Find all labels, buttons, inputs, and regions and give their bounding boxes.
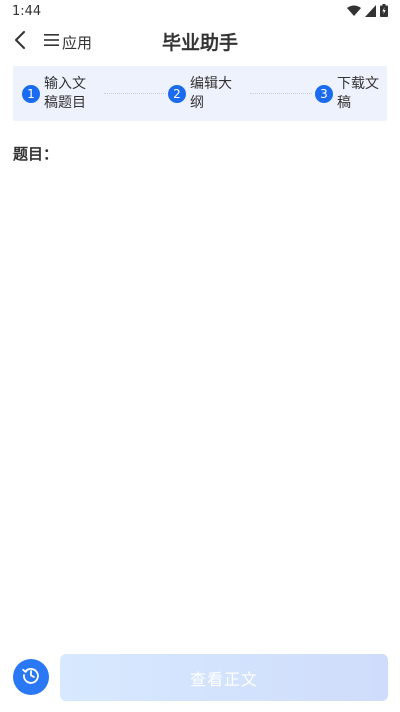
step-number-badge: 2	[168, 85, 186, 103]
apps-button[interactable]: 应用	[44, 30, 92, 54]
step-connector	[250, 93, 312, 94]
step-download-draft: 3 下载文稿	[315, 75, 381, 113]
status-time: 1:44	[12, 4, 42, 19]
step-label: 输入文稿题目	[44, 76, 86, 111]
step-label: 下载文稿	[337, 76, 379, 111]
step-number-badge: 1	[22, 85, 40, 103]
step-input-topic: 1 输入文稿题目	[22, 75, 88, 113]
history-icon	[21, 665, 41, 689]
signal-icon	[365, 4, 376, 17]
step-edit-outline: 2 编辑大纲	[168, 75, 234, 113]
steps-progress: 1 输入文稿题目 2 编辑大纲 3 下载文稿	[13, 66, 387, 121]
battery-icon	[380, 4, 388, 17]
navbar: 应用 毕业助手	[0, 26, 400, 58]
status-bar: 1:44	[0, 0, 400, 24]
step-connector	[104, 93, 166, 94]
chevron-left-icon	[14, 31, 26, 53]
wifi-icon	[347, 5, 361, 17]
step-number-badge: 3	[315, 85, 333, 103]
topic-label: 题目：	[13, 145, 59, 163]
status-icons	[347, 4, 388, 17]
back-button[interactable]	[8, 28, 32, 56]
menu-icon	[44, 33, 60, 51]
apps-label: 应用	[62, 33, 93, 52]
screen: 1:44 应用 毕业助手 1 输入文稿题目 2 编辑大纲 3 下载文稿 题目： …	[0, 0, 400, 712]
history-button[interactable]	[13, 659, 49, 695]
view-full-text-button[interactable]: 查看正文	[60, 654, 388, 701]
step-label: 编辑大纲	[190, 76, 232, 111]
